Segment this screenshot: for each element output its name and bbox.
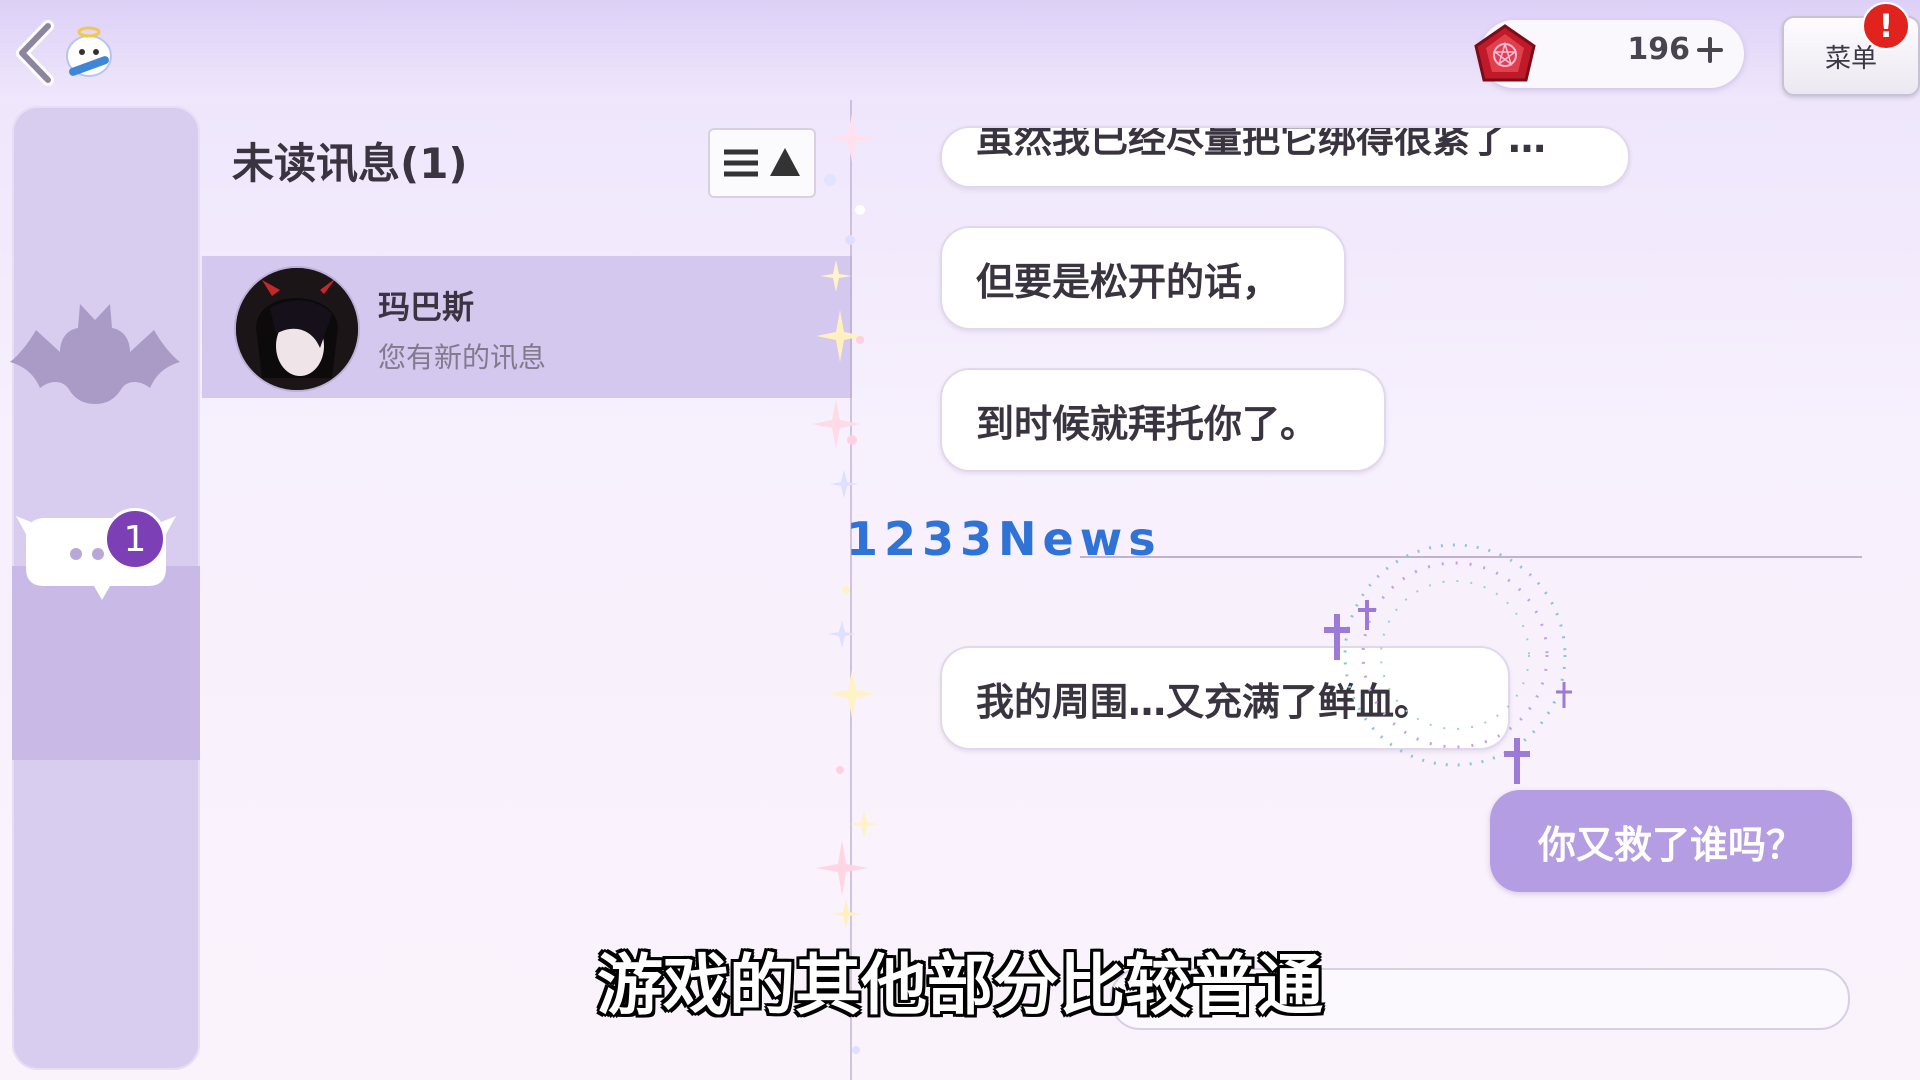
conversation-preview: 您有新的讯息	[378, 341, 547, 374]
cross-icon	[1556, 682, 1572, 708]
cross-icon	[1504, 738, 1530, 784]
conversation-name: 玛巴斯	[378, 288, 475, 326]
incoming-message-text: 虽然我已经尽量把它绑得很紧了…	[976, 126, 1547, 161]
list-icon	[724, 149, 758, 177]
incoming-message-text: 到时候就拜托你了。	[976, 401, 1319, 446]
demon-gem-icon	[1474, 24, 1536, 82]
alert-badge: !	[1862, 2, 1910, 50]
incoming-message: 到时候就拜托你了。	[940, 368, 1386, 472]
video-subtitle: 游戏的其他部分比较普通	[597, 947, 1323, 1024]
bat-icon	[10, 304, 180, 404]
cross-icon	[1358, 600, 1376, 630]
currency-amount: 196	[1627, 32, 1690, 67]
incoming-message-text: 但要是松开的话，	[976, 259, 1281, 304]
watermark: 1233News	[846, 512, 1162, 566]
collapse-triangle-icon	[770, 148, 800, 176]
outgoing-message-text: 你又救了谁吗？	[1537, 822, 1804, 867]
incoming-message: 虽然我已经尽量把它绑得很紧了…	[940, 126, 1630, 188]
avatar	[234, 266, 360, 392]
back-arrow-icon[interactable]	[10, 18, 60, 88]
character-portrait-icon	[236, 268, 358, 390]
cross-icon	[1324, 614, 1350, 660]
ghost-mascot-icon[interactable]	[58, 22, 120, 84]
message-list-title: 未读讯息(1)	[232, 139, 468, 188]
unread-count-badge: 1	[104, 508, 166, 570]
add-currency-icon[interactable]	[1696, 36, 1724, 64]
outgoing-message: 你又救了谁吗？	[1490, 790, 1852, 892]
incoming-message: 但要是松开的话，	[940, 226, 1346, 330]
